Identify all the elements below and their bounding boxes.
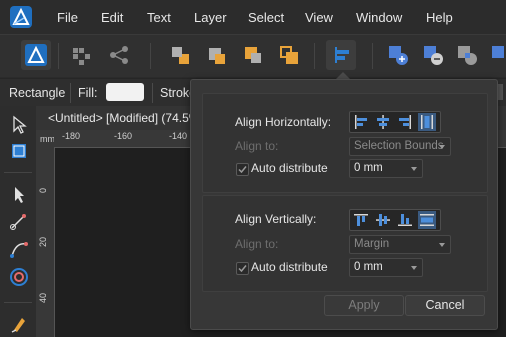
boolean-xor-button[interactable] <box>486 40 506 70</box>
align-popover: Align Horizontally: Align to: Selection … <box>190 79 498 330</box>
cancel-button[interactable]: Cancel <box>405 295 485 316</box>
share-icon <box>110 46 128 64</box>
fill-label: Fill: <box>78 86 98 100</box>
apply-button[interactable]: Apply <box>324 295 404 316</box>
boolean-intersect-button[interactable] <box>452 40 482 70</box>
boolean-add-icon <box>389 46 408 65</box>
chevron-down-icon <box>439 145 445 149</box>
move-to-front-icon <box>280 46 298 64</box>
align-middle-icon[interactable] <box>374 211 392 229</box>
boolean-subtract-icon <box>424 46 443 65</box>
ruler-tick-label: -180 <box>62 131 81 141</box>
tools-panel <box>0 106 37 337</box>
designer-persona-icon <box>25 44 47 66</box>
align-horizontal-title: Align Horizontally: <box>235 115 332 129</box>
align-to-dropdown[interactable]: Selection Bounds <box>349 137 451 156</box>
move-to-back-icon <box>172 47 189 64</box>
affinity-logo-icon <box>10 6 32 28</box>
pen-tool-icon[interactable] <box>8 210 30 232</box>
artboard-tool-icon[interactable] <box>8 140 30 162</box>
ruler-tick-label: 20 <box>38 236 48 247</box>
vector-brush-tool-icon[interactable] <box>8 312 30 334</box>
distribute-vertical-icon[interactable] <box>418 211 436 229</box>
align-right-icon[interactable] <box>396 113 414 131</box>
auto-distribute-checkbox[interactable] <box>236 163 249 176</box>
menu-file[interactable]: File <box>57 10 78 25</box>
menu-text[interactable]: Text <box>147 10 171 25</box>
menu-help[interactable]: Help <box>426 10 453 25</box>
ruler-unit: mm <box>40 134 55 144</box>
corner-tool-icon[interactable] <box>8 266 30 288</box>
align-left-icon[interactable] <box>352 113 370 131</box>
align-to-value-vertical: Margin <box>354 238 390 250</box>
boolean-intersect-icon <box>458 46 477 65</box>
ruler-tick-label: -140 <box>169 131 188 141</box>
auto-distribute-label-vertical: Auto distribute <box>251 260 328 274</box>
document-title: <Untitled> [Modified] (74.5% <box>48 111 200 125</box>
distribute-spacing-value: 0 mm <box>354 162 383 174</box>
designer-persona-button[interactable] <box>21 40 51 70</box>
align-vertical-title: Align Vertically: <box>235 212 317 226</box>
align-to-label: Align to: <box>235 139 279 153</box>
vertical-align-buttons <box>349 209 441 231</box>
menu-bar: File Edit Text Layer Select View Window … <box>0 0 506 34</box>
menu-window[interactable]: Window <box>356 10 402 25</box>
move-backward-icon <box>209 48 225 64</box>
arrange-forward-button[interactable] <box>238 40 268 70</box>
align-icon <box>335 47 349 63</box>
distribute-horizontal-icon[interactable] <box>418 113 436 131</box>
align-center-icon[interactable] <box>374 113 392 131</box>
checkmark-icon <box>238 166 247 174</box>
distribute-spacing-value-vertical: 0 mm <box>354 261 383 273</box>
distribute-spacing-dropdown-vertical[interactable]: 0 mm <box>349 258 423 277</box>
pixel-persona-icon <box>73 48 90 65</box>
vertical-ruler: 0 20 40 <box>36 147 55 337</box>
pixel-persona-button[interactable] <box>66 40 96 70</box>
chevron-down-icon <box>439 243 445 247</box>
align-bottom-icon[interactable] <box>396 211 414 229</box>
node-tool-icon[interactable] <box>8 184 30 206</box>
boolean-add-button[interactable] <box>383 40 413 70</box>
ruler-tick-label: -160 <box>114 131 133 141</box>
shape-type-label: Rectangle <box>9 86 66 100</box>
arrange-back-button[interactable] <box>165 40 195 70</box>
menu-view[interactable]: View <box>305 10 333 25</box>
arrange-front-button[interactable] <box>274 40 304 70</box>
auto-distribute-checkbox-vertical[interactable] <box>236 262 249 275</box>
align-top-icon[interactable] <box>352 211 370 229</box>
boolean-subtract-button[interactable] <box>418 40 448 70</box>
main-toolbar <box>0 34 506 77</box>
checkmark-icon <box>238 265 247 273</box>
align-to-label-vertical: Align to: <box>235 237 279 251</box>
boolean-xor-icon <box>492 46 504 58</box>
menu-edit[interactable]: Edit <box>101 10 123 25</box>
auto-distribute-label: Auto distribute <box>251 161 328 175</box>
distribute-spacing-dropdown[interactable]: 0 mm <box>349 159 423 178</box>
move-forward-icon <box>245 47 261 63</box>
fill-swatch[interactable] <box>106 83 144 101</box>
align-horizontal-section: Align Horizontally: Align to: Selection … <box>202 93 488 193</box>
ruler-tick-label: 40 <box>38 292 48 303</box>
arrange-backward-button[interactable] <box>201 40 231 70</box>
menu-select[interactable]: Select <box>248 10 284 25</box>
chevron-down-icon <box>411 266 417 270</box>
export-persona-button[interactable] <box>104 40 134 70</box>
align-to-value: Selection Bounds <box>354 140 444 152</box>
menu-layer[interactable]: Layer <box>194 10 227 25</box>
align-vertical-section: Align Vertically: Align to: Margin Auto … <box>202 195 488 292</box>
move-tool-icon[interactable] <box>8 114 30 136</box>
alignment-button[interactable] <box>326 40 356 70</box>
chevron-down-icon <box>411 167 417 171</box>
align-to-dropdown-vertical[interactable]: Margin <box>349 235 451 254</box>
horizontal-align-buttons <box>349 111 441 133</box>
pencil-tool-icon[interactable] <box>8 238 30 260</box>
ruler-tick-label: 0 <box>38 187 48 193</box>
